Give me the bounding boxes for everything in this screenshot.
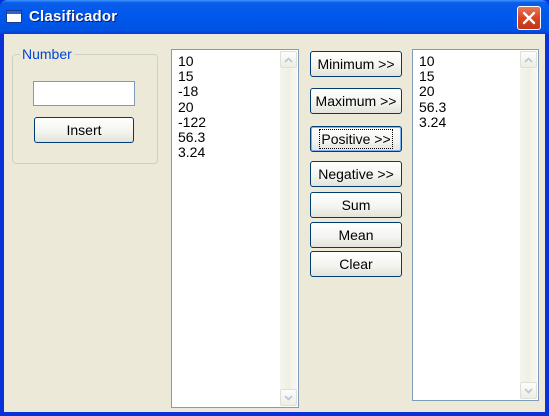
negative-button[interactable]: Negative >> bbox=[310, 161, 402, 187]
result-items: 10 15 20 56.3 3.24 bbox=[419, 53, 446, 130]
maximum-label: Maximum >> bbox=[315, 93, 397, 109]
list-item[interactable]: 15 bbox=[178, 69, 206, 84]
negative-label: Negative >> bbox=[318, 166, 394, 182]
list-item[interactable]: 15 bbox=[419, 69, 446, 84]
window-icon bbox=[6, 10, 22, 23]
numbers-listbox[interactable]: 10 15 -18 20 -122 56.3 3.24 bbox=[171, 49, 299, 408]
list-item[interactable]: -18 bbox=[178, 84, 206, 99]
client-area: Number Insert 10 15 -18 20 -122 56.3 3.24 Mini… bbox=[4, 34, 545, 412]
insert-button[interactable]: Insert bbox=[34, 117, 134, 143]
list-item[interactable]: 20 bbox=[419, 84, 446, 99]
mean-button[interactable]: Mean bbox=[310, 222, 402, 248]
list-item[interactable]: 56.3 bbox=[419, 99, 446, 115]
group-label: Number bbox=[20, 46, 74, 62]
chevron-up-icon bbox=[524, 56, 533, 63]
list-item[interactable]: 3.24 bbox=[419, 114, 446, 130]
number-groupbox bbox=[12, 54, 158, 164]
sum-button[interactable]: Sum bbox=[310, 192, 402, 218]
clear-label: Clear bbox=[339, 256, 373, 272]
scroll-up-button[interactable] bbox=[280, 51, 297, 68]
number-input[interactable] bbox=[33, 81, 135, 106]
scroll-track[interactable] bbox=[520, 68, 537, 382]
list-item[interactable]: 10 bbox=[178, 53, 206, 69]
result-scrollbar[interactable] bbox=[520, 51, 537, 399]
title-bar[interactable]: Clasificador bbox=[0, 0, 549, 34]
maximum-button[interactable]: Maximum >> bbox=[310, 88, 402, 114]
minimum-label: Minimum >> bbox=[317, 56, 395, 72]
app-window: Clasificador Number Insert 10 15 -18 20 -122… bbox=[0, 0, 549, 416]
chevron-down-icon bbox=[284, 394, 293, 401]
positive-button[interactable]: Positive >> bbox=[310, 126, 402, 152]
minimum-button[interactable]: Minimum >> bbox=[310, 51, 402, 77]
list-item[interactable]: 3.24 bbox=[178, 145, 206, 160]
chevron-down-icon bbox=[524, 387, 533, 394]
scroll-up-button[interactable] bbox=[520, 51, 537, 68]
chevron-up-icon bbox=[284, 56, 293, 63]
list-item[interactable]: 20 bbox=[178, 99, 206, 115]
scroll-track[interactable] bbox=[280, 68, 297, 389]
close-icon bbox=[522, 11, 536, 25]
result-listbox[interactable]: 10 15 20 56.3 3.24 bbox=[412, 49, 539, 401]
clear-button[interactable]: Clear bbox=[310, 251, 402, 277]
numbers-items: 10 15 -18 20 -122 56.3 3.24 bbox=[178, 53, 206, 160]
close-button[interactable] bbox=[517, 6, 541, 30]
positive-label: Positive >> bbox=[319, 129, 393, 149]
list-item[interactable]: -122 bbox=[178, 114, 206, 130]
list-item[interactable]: 56.3 bbox=[178, 129, 206, 145]
insert-label: Insert bbox=[66, 122, 102, 138]
mean-label: Mean bbox=[338, 227, 374, 243]
numbers-scrollbar[interactable] bbox=[280, 51, 297, 406]
scroll-down-button[interactable] bbox=[280, 389, 297, 406]
sum-label: Sum bbox=[341, 197, 371, 213]
window-title: Clasificador bbox=[29, 8, 118, 25]
scroll-down-button[interactable] bbox=[520, 382, 537, 399]
list-item[interactable]: 10 bbox=[419, 53, 446, 69]
